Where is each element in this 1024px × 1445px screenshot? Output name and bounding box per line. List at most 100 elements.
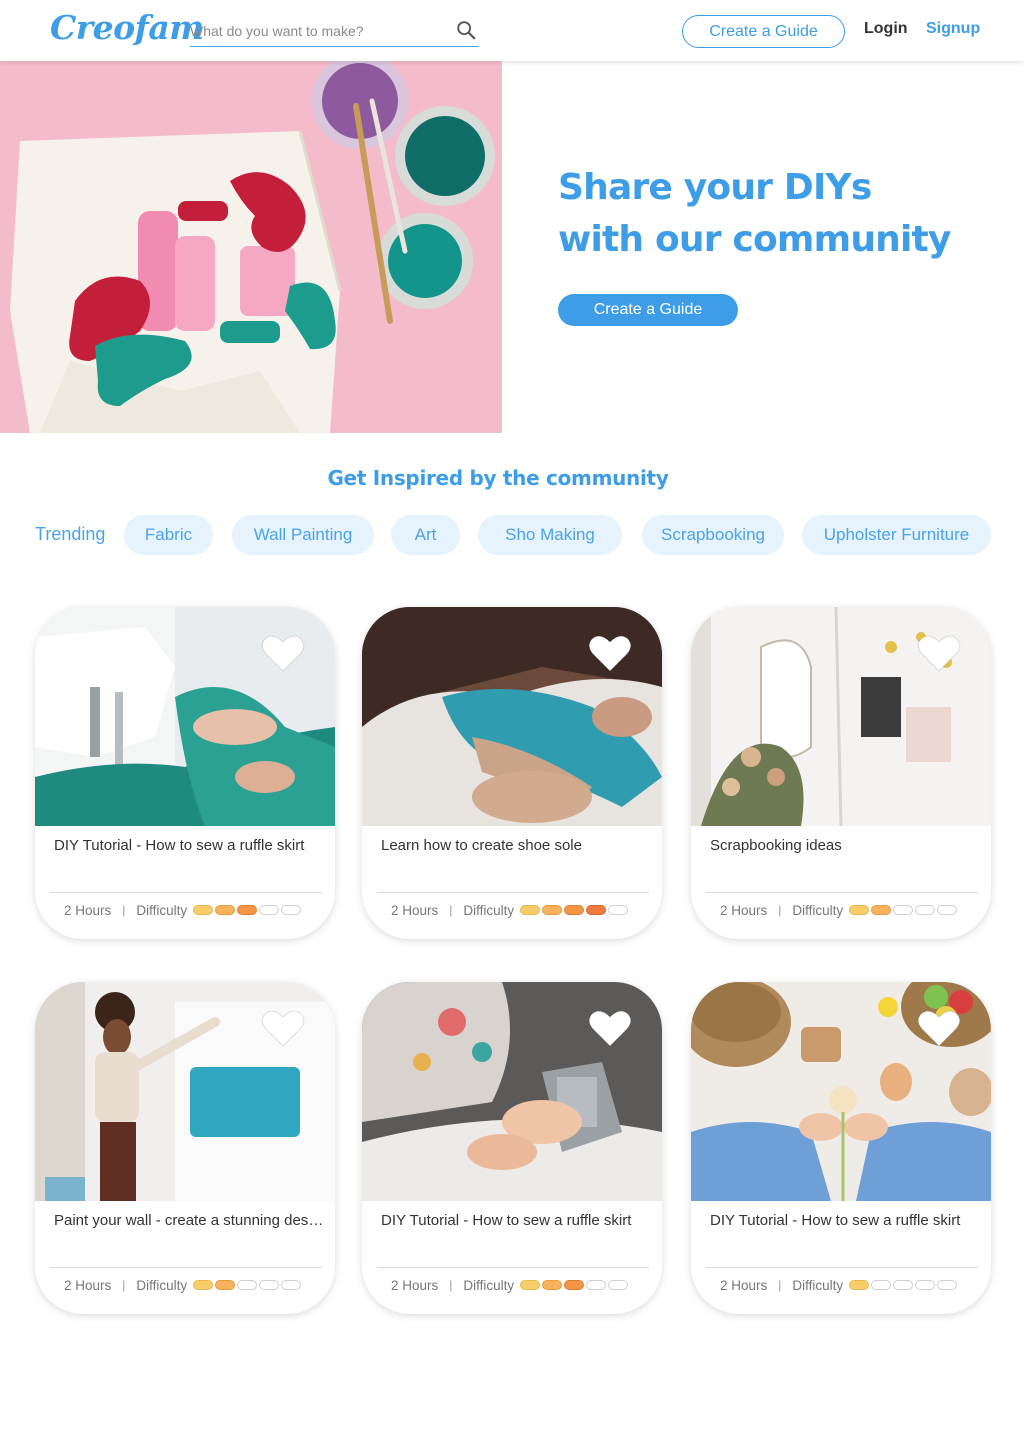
difficulty-rating xyxy=(520,905,630,915)
difficulty-pill xyxy=(849,1280,870,1290)
trending-label[interactable]: Trending xyxy=(35,524,105,545)
duration-label: 2 Hours xyxy=(391,1277,439,1293)
guide-card[interactable]: Learn how to create shoe sole 2 Hours | … xyxy=(362,607,662,939)
card-divider xyxy=(706,1267,978,1268)
guide-card[interactable]: DIY Tutorial - How to sew a ruffle skirt… xyxy=(35,607,335,939)
difficulty-pill xyxy=(915,905,936,915)
heart-icon[interactable] xyxy=(917,633,961,673)
card-title[interactable]: Paint your wall - create a stunning desi… xyxy=(54,1212,324,1229)
category-chip-scrapbooking[interactable]: Scrapbooking xyxy=(642,515,784,555)
difficulty-pill xyxy=(915,1280,936,1290)
category-chip-fabric[interactable]: Fabric xyxy=(124,515,213,555)
hero-heading-line2: with our community xyxy=(558,219,951,260)
card-divider xyxy=(377,1267,649,1268)
heart-icon[interactable] xyxy=(261,633,305,673)
search-icon[interactable] xyxy=(455,19,477,41)
heart-icon[interactable] xyxy=(261,1008,305,1048)
duration-label: 2 Hours xyxy=(64,902,112,918)
card-divider xyxy=(706,892,978,893)
difficulty-pill xyxy=(937,1280,958,1290)
difficulty-pill xyxy=(608,905,629,915)
card-divider xyxy=(50,892,322,893)
difficulty-rating xyxy=(849,1280,959,1290)
card-meta: 2 Hours | Difficulty xyxy=(720,1276,959,1294)
guide-card[interactable]: Paint your wall - create a stunning desi… xyxy=(35,982,335,1314)
meta-separator: | xyxy=(122,1278,126,1292)
heart-icon[interactable] xyxy=(588,1008,632,1048)
difficulty-pill xyxy=(893,1280,914,1290)
difficulty-rating xyxy=(849,905,959,915)
difficulty-pill xyxy=(215,905,236,915)
difficulty-pill xyxy=(281,1280,302,1290)
card-title[interactable]: Learn how to create shoe sole xyxy=(381,837,651,854)
duration-label: 2 Hours xyxy=(720,1277,768,1293)
difficulty-pill xyxy=(586,1280,607,1290)
difficulty-pill xyxy=(542,1280,563,1290)
difficulty-pill xyxy=(193,905,214,915)
category-chip-upholster-furniture[interactable]: Upholster Furniture xyxy=(802,515,991,555)
card-title[interactable]: DIY Tutorial - How to sew a ruffle skirt xyxy=(710,1212,980,1229)
difficulty-pill xyxy=(564,1280,585,1290)
meta-separator: | xyxy=(778,903,782,917)
meta-separator: | xyxy=(778,1278,782,1292)
top-nav: Creofam Create a Guide Login Signup xyxy=(0,0,1024,61)
guide-card[interactable]: Scrapbooking ideas 2 Hours | Difficulty xyxy=(691,607,991,939)
guide-card[interactable]: DIY Tutorial - How to sew a ruffle skirt… xyxy=(362,982,662,1314)
difficulty-label: Difficulty xyxy=(136,1277,188,1293)
difficulty-label: Difficulty xyxy=(792,902,844,918)
difficulty-pill xyxy=(937,905,958,915)
difficulty-pill xyxy=(215,1280,236,1290)
difficulty-pill xyxy=(259,1280,280,1290)
difficulty-pill xyxy=(608,1280,629,1290)
difficulty-pill xyxy=(281,905,302,915)
card-meta: 2 Hours | Difficulty xyxy=(391,1276,630,1294)
difficulty-pill xyxy=(259,905,280,915)
difficulty-pill xyxy=(893,905,914,915)
difficulty-pill xyxy=(193,1280,214,1290)
meta-separator: | xyxy=(449,903,453,917)
guide-card[interactable]: DIY Tutorial - How to sew a ruffle skirt… xyxy=(691,982,991,1314)
difficulty-label: Difficulty xyxy=(792,1277,844,1293)
category-chip-art[interactable]: Art xyxy=(391,515,460,555)
create-guide-button[interactable]: Create a Guide xyxy=(682,15,845,48)
difficulty-pill xyxy=(542,905,563,915)
duration-label: 2 Hours xyxy=(720,902,768,918)
duration-label: 2 Hours xyxy=(391,902,439,918)
difficulty-rating xyxy=(193,905,303,915)
difficulty-pill xyxy=(871,1280,892,1290)
card-divider xyxy=(377,892,649,893)
heart-icon[interactable] xyxy=(588,633,632,673)
difficulty-pill xyxy=(520,1280,541,1290)
card-title[interactable]: Scrapbooking ideas xyxy=(710,837,980,854)
difficulty-pill xyxy=(237,1280,258,1290)
heart-icon[interactable] xyxy=(917,1008,961,1048)
card-title[interactable]: DIY Tutorial - How to sew a ruffle skirt xyxy=(381,1212,651,1229)
difficulty-label: Difficulty xyxy=(463,902,515,918)
hero-image xyxy=(0,61,502,433)
difficulty-pill xyxy=(586,905,607,915)
difficulty-pill xyxy=(237,905,258,915)
hero-heading: Share your DIYs with our community xyxy=(558,162,998,266)
difficulty-pill xyxy=(871,905,892,915)
login-link[interactable]: Login xyxy=(864,20,908,38)
card-meta: 2 Hours | Difficulty xyxy=(64,901,303,919)
category-chip-sho-making[interactable]: Sho Making xyxy=(478,515,622,555)
difficulty-pill xyxy=(849,905,870,915)
search-input[interactable] xyxy=(190,17,440,45)
card-divider xyxy=(50,1267,322,1268)
hero-heading-line1: Share your DIYs xyxy=(558,167,872,208)
difficulty-label: Difficulty xyxy=(463,1277,515,1293)
logo[interactable]: Creofam xyxy=(50,8,204,47)
difficulty-pill xyxy=(564,905,585,915)
difficulty-rating xyxy=(193,1280,303,1290)
signup-link[interactable]: Signup xyxy=(926,20,980,38)
difficulty-pill xyxy=(520,905,541,915)
section-title: Get Inspired by the community xyxy=(327,466,669,490)
duration-label: 2 Hours xyxy=(64,1277,112,1293)
card-title[interactable]: DIY Tutorial - How to sew a ruffle skirt xyxy=(54,837,324,854)
search-bar xyxy=(190,17,479,47)
meta-separator: | xyxy=(122,903,126,917)
meta-separator: | xyxy=(449,1278,453,1292)
category-chip-wall-painting[interactable]: Wall Painting xyxy=(232,515,374,555)
hero-create-guide-button[interactable]: Create a Guide xyxy=(558,294,738,326)
